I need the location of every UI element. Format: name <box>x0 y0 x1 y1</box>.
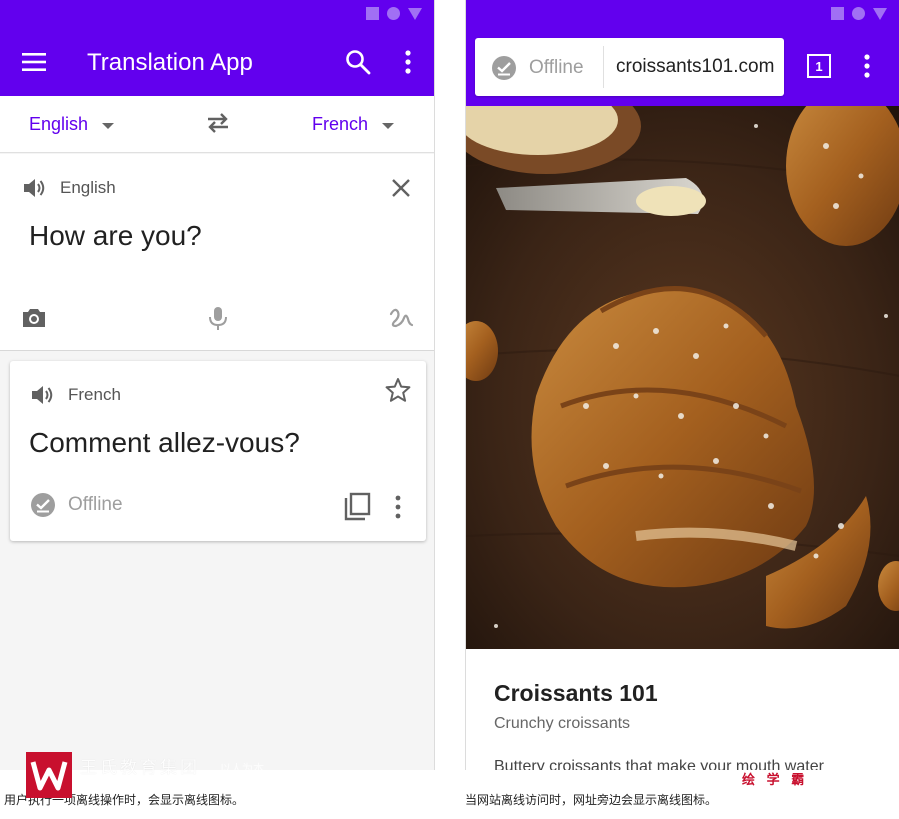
more-options-icon[interactable] <box>861 52 873 80</box>
article-card[interactable]: Croissants 101 Crunchy croissants Butter… <box>466 649 899 770</box>
search-icon[interactable] <box>344 48 372 76</box>
watermark-slogan: 以人为本 <box>220 763 264 775</box>
article-subtitle: Crunchy croissants <box>494 715 631 732</box>
browser-screen: Offline croissants101.com 1 Croissants 1… <box>465 0 899 770</box>
input-language-label: English <box>60 178 116 197</box>
translation-result-card: French Comment allez-vous? Offline <box>10 361 426 541</box>
offline-label: Offline <box>529 57 584 78</box>
handwriting-icon[interactable] <box>387 304 415 332</box>
close-icon[interactable] <box>389 176 413 200</box>
right-caption: 当网站离线访问时，网址旁边会显示离线图标。 <box>465 793 718 807</box>
speaker-icon[interactable] <box>30 383 56 407</box>
app-title: Translation App <box>87 49 253 76</box>
home-icon <box>852 7 865 20</box>
recent-apps-icon <box>366 7 379 20</box>
watermark-red-text: 绘 学 霸 <box>742 772 809 787</box>
input-card: English How are you? <box>0 154 434 351</box>
translation-app-screen: Translation App English French English H… <box>0 0 435 770</box>
back-icon <box>408 7 422 20</box>
address-bar[interactable]: Offline croissants101.com <box>475 38 784 96</box>
chevron-down-icon <box>102 122 115 129</box>
swap-languages-icon[interactable] <box>204 111 232 135</box>
browser-toolbar: Offline croissants101.com 1 <box>466 28 899 106</box>
offline-check-icon <box>31 493 55 517</box>
target-language-label: French <box>312 114 369 134</box>
offline-label: Offline <box>68 494 123 515</box>
watermark-brand: 王氏教育集团 <box>80 758 200 777</box>
watermark-logo <box>26 752 72 798</box>
speaker-icon[interactable] <box>22 176 48 200</box>
croissant-photo <box>466 106 899 649</box>
offline-indicator: Offline <box>491 55 584 81</box>
more-options-icon[interactable] <box>398 48 418 76</box>
source-language-dropdown[interactable]: English <box>29 114 115 135</box>
chevron-down-icon <box>382 122 395 129</box>
divider <box>603 46 604 88</box>
system-icons <box>366 7 422 20</box>
camera-icon[interactable] <box>20 304 48 332</box>
recent-apps-icon <box>831 7 844 20</box>
back-icon <box>873 7 887 20</box>
offline-check-icon <box>492 56 516 80</box>
status-bar <box>466 0 899 28</box>
tab-switcher-button[interactable]: 1 <box>807 54 831 78</box>
source-language-row: English <box>22 176 116 200</box>
tab-count: 1 <box>815 58 823 74</box>
microphone-icon[interactable] <box>204 304 232 332</box>
translated-text: Comment allez-vous? <box>29 427 300 458</box>
star-icon[interactable] <box>385 377 411 403</box>
url-text[interactable]: croissants101.com <box>616 56 774 78</box>
result-language-row: French <box>30 383 121 407</box>
copy-icon[interactable] <box>343 492 371 522</box>
target-language-dropdown[interactable]: French <box>312 114 395 135</box>
more-options-icon[interactable] <box>392 494 404 520</box>
home-icon <box>387 7 400 20</box>
top-app-bar: Translation App <box>0 28 434 96</box>
result-language-label: French <box>68 385 121 404</box>
source-language-label: English <box>29 114 89 134</box>
offline-status: Offline <box>30 492 123 518</box>
language-selector-bar: English French <box>0 96 434 153</box>
menu-icon[interactable] <box>20 50 48 74</box>
status-bar <box>0 0 434 28</box>
article-title: Croissants 101 <box>494 680 658 706</box>
system-icons <box>831 7 887 20</box>
source-text-input[interactable]: How are you? <box>29 220 202 252</box>
